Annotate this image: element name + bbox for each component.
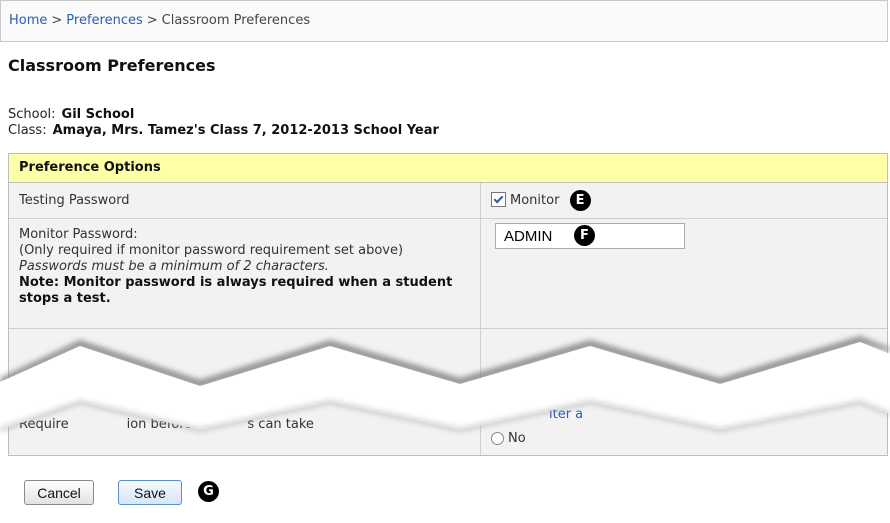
breadcrumb-separator: > [51, 13, 63, 28]
monitor-password-note-min-length: Passwords must be a minimum of 2 charact… [19, 259, 329, 274]
save-button[interactable]: Save [118, 480, 182, 505]
class-label: Class: [8, 123, 47, 138]
callout-marker-f: F [574, 225, 595, 246]
callout-marker-g: G [198, 481, 219, 502]
torn-page-overlay [0, 336, 890, 432]
page-title: Classroom Preferences [8, 56, 216, 75]
testing-password-control: Monitor E [481, 183, 887, 218]
cancel-button[interactable]: Cancel [24, 480, 94, 505]
monitor-password-description: Monitor Password: (Only required if moni… [9, 219, 481, 328]
breadcrumb-preferences-link[interactable]: Preferences [66, 13, 142, 28]
callout-marker-e: E [569, 190, 591, 211]
breadcrumb-current: Classroom Preferences [161, 13, 311, 28]
breadcrumb-separator: > [146, 13, 158, 28]
monitor-checkbox-label: Monitor [510, 193, 560, 208]
monitor-password-note-requirement: (Only required if monitor password requi… [19, 243, 404, 258]
monitor-checkbox[interactable] [491, 192, 506, 207]
table-header: Preference Options [9, 154, 887, 183]
breadcrumb-home-link[interactable]: Home [9, 13, 47, 28]
class-value: Amaya, Mrs. Tamez's Class 7, 2012-2013 S… [52, 123, 439, 138]
monitor-password-label: Monitor Password: [19, 227, 138, 242]
school-info: School: Gil School [8, 107, 134, 122]
school-label: School: [8, 107, 56, 122]
testing-password-row: Testing Password Monitor E [9, 183, 887, 219]
monitor-password-row: Monitor Password: (Only required if moni… [9, 219, 887, 329]
class-info: Class: Amaya, Mrs. Tamez's Class 7, 2012-… [8, 123, 439, 138]
breadcrumb: Home > Preferences > Classroom Preferences [0, 0, 888, 42]
monitor-password-control: F [481, 219, 887, 328]
testing-password-label: Testing Password [9, 183, 481, 218]
school-value: Gil School [61, 107, 135, 122]
monitor-password-note-always-required: Note: Monitor password is always require… [19, 275, 453, 306]
